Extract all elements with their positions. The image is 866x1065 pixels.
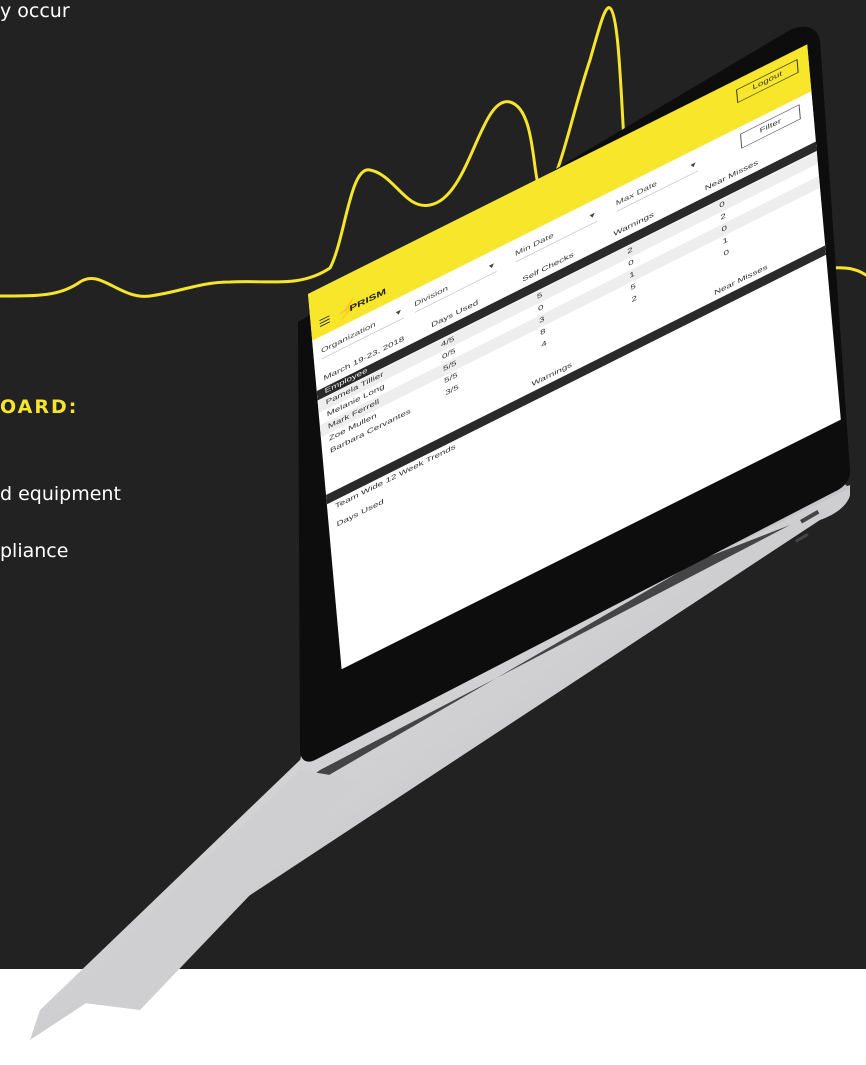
- near-misses: 2: [720, 211, 727, 222]
- near-misses: 0: [719, 199, 726, 210]
- laptop-screen: ☰ ⚡ PRISM Logout Organization ▼ Division…: [308, 44, 841, 744]
- self-checks: 4: [540, 339, 547, 350]
- self-checks: 3: [538, 315, 545, 326]
- days-used: 3/5: [444, 383, 459, 398]
- logout-button[interactable]: Logout: [736, 59, 799, 104]
- warnings: 1: [629, 270, 636, 281]
- self-checks: 5: [536, 291, 543, 302]
- warnings: 0: [627, 258, 634, 269]
- self-checks: 0: [537, 303, 544, 314]
- warnings: 5: [630, 282, 637, 293]
- menu-icon[interactable]: ☰: [318, 313, 332, 330]
- near-misses: 1: [722, 236, 729, 247]
- trends-title: Team Wide 12 Week Trends: [334, 443, 456, 511]
- warnings: 2: [631, 294, 638, 305]
- near-misses: 0: [721, 224, 728, 235]
- self-checks: 8: [539, 327, 546, 338]
- near-misses: 0: [723, 248, 730, 259]
- warnings: 2: [626, 245, 633, 257]
- app-window: ☰ ⚡ PRISM Logout Organization ▼ Division…: [308, 44, 841, 670]
